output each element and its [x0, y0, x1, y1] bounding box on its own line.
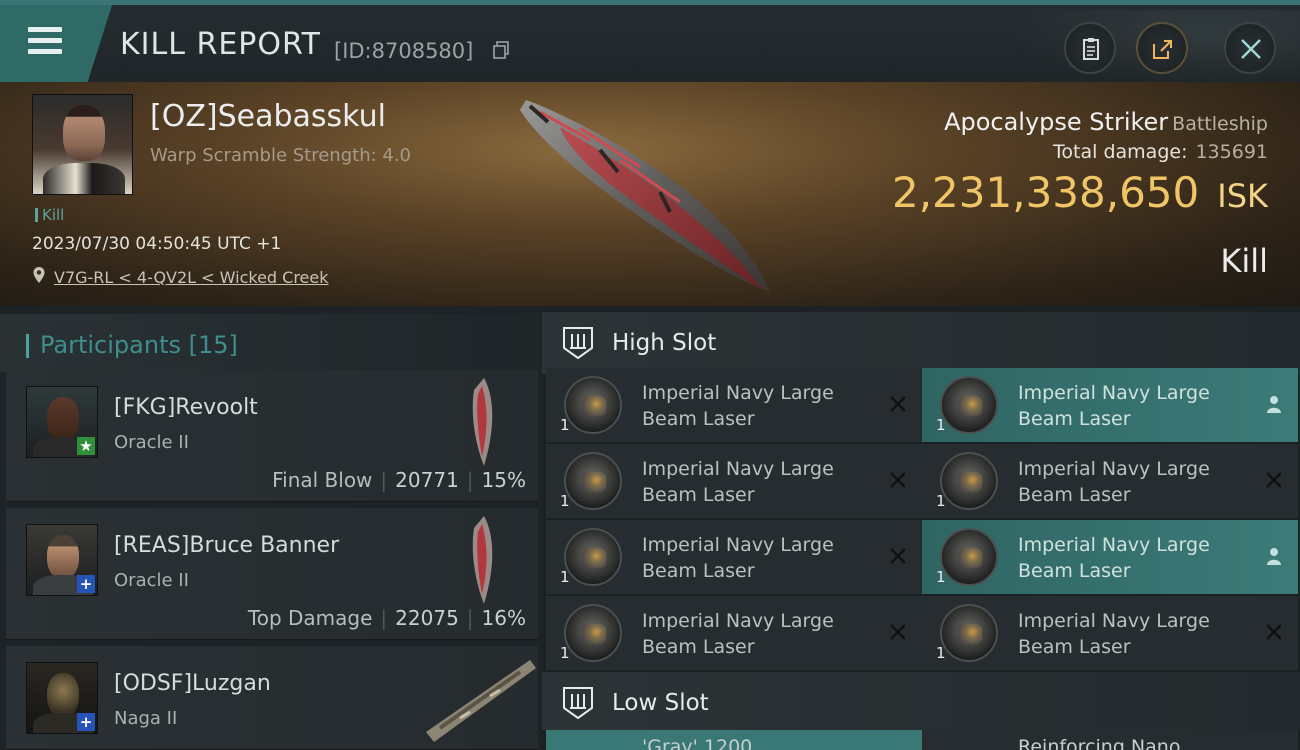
- beam-laser-icon: [564, 452, 622, 510]
- module-name: Imperial Navy Large Beam Laser: [642, 610, 834, 658]
- participant-stats: Final Blow | 20771 | 15%: [272, 468, 526, 492]
- header-bar: KILL REPORT [ID:8708580]: [0, 0, 1300, 87]
- participant-name: [FKG]Revoolt: [114, 395, 258, 420]
- participants-panel: Participants [15] ★ [FKG]Revoolt Oracle …: [0, 306, 542, 750]
- clipboard-button[interactable]: [1064, 22, 1116, 74]
- low-slot-header[interactable]: Low Slot: [542, 672, 1300, 730]
- plus-badge-icon: +: [77, 713, 95, 731]
- victim-portrait[interactable]: [32, 94, 133, 195]
- module-slot[interactable]: 1 Imperial Navy Large Beam Laser: [922, 444, 1298, 518]
- participant-name: [ODSF]Luzgan: [114, 671, 271, 696]
- avatar: ★: [26, 386, 98, 458]
- module-name: Imperial Navy Large Beam Laser: [1018, 610, 1210, 658]
- module-slot[interactable]: 1 Imperial Navy Large Beam Laser: [546, 368, 922, 442]
- module-slot[interactable]: 1 Imperial Navy Large Beam Laser: [546, 596, 922, 670]
- beam-laser-icon: [940, 528, 998, 586]
- victim-subtitle: Warp Scramble Strength: 4.0: [150, 145, 412, 166]
- kill-location-link[interactable]: V7G-RL < 4-QV2L < Wicked Creek: [54, 268, 329, 287]
- total-damage: Total damage: 135691: [1053, 141, 1268, 163]
- share-icon: [1153, 40, 1172, 59]
- module-name: Imperial Navy Large Beam Laser: [642, 534, 834, 582]
- destroyed-x-icon: [890, 396, 906, 412]
- participant-name: [REAS]Bruce Banner: [114, 533, 340, 558]
- page-title: KILL REPORT: [120, 27, 321, 62]
- destroyed-x-icon: [1266, 472, 1282, 488]
- location-pin-icon: [33, 267, 45, 283]
- report-id: [ID:8708580]: [334, 39, 474, 63]
- beam-laser-icon: [564, 376, 622, 434]
- high-slot-header[interactable]: High Slot: [542, 312, 1300, 374]
- fitting-panel: High Slot 1 Imperial Navy Large Beam Las…: [542, 306, 1300, 750]
- beam-laser-icon: [940, 604, 998, 662]
- beam-laser-icon: [564, 604, 622, 662]
- module-name: Imperial Navy Large Beam Laser: [1018, 534, 1210, 582]
- dropped-person-icon: [1267, 548, 1281, 565]
- copy-icon[interactable]: [492, 41, 510, 59]
- beam-laser-icon: [940, 376, 998, 434]
- destroyed-x-icon: [1266, 624, 1282, 640]
- low-slot-icon: [563, 687, 593, 720]
- module-name: Imperial Navy Large Beam Laser: [1018, 458, 1210, 506]
- victim-ship-image: [520, 100, 770, 292]
- result-label: Kill: [1220, 242, 1268, 280]
- module-name: Imperial Navy Large Beam Laser: [1018, 382, 1210, 430]
- module-slot[interactable]: 1 Imperial Navy Large Beam Laser: [546, 444, 922, 518]
- victim-name[interactable]: [OZ]Seabasskul: [150, 99, 386, 134]
- module-slot[interactable]: 1 Imperial Navy Large Beam Laser: [922, 596, 1298, 670]
- destroyed-x-icon: [890, 548, 906, 564]
- avatar: +: [26, 524, 98, 596]
- participants-count: [15]: [188, 331, 238, 359]
- star-badge-icon: ★: [77, 437, 95, 455]
- module-slot[interactable]: 1 Imperial Navy Large Beam Laser: [922, 368, 1298, 442]
- participant-ship: Oracle II: [114, 432, 189, 453]
- module-name: Imperial Navy Large Beam Laser: [642, 458, 834, 506]
- destroyed-x-icon: [890, 472, 906, 488]
- participant-stats: Top Damage | 22075 | 16%: [247, 606, 526, 630]
- close-icon: [1241, 39, 1261, 59]
- victim-banner: [OZ]Seabasskul Warp Scramble Strength: 4…: [0, 82, 1300, 306]
- module-name: 'Gray' 1200: [642, 736, 753, 750]
- module-slot[interactable]: 1 Imperial Navy Large Beam Laser: [922, 520, 1298, 594]
- oracle-ship-icon: [472, 516, 493, 604]
- victim-ship-name[interactable]: Apocalypse Striker Battleship: [944, 108, 1268, 136]
- ship-class: Battleship: [1172, 113, 1268, 135]
- oracle-ship-icon: [472, 378, 493, 466]
- participants-header[interactable]: Participants [15]: [0, 314, 542, 372]
- isk-value: 2,231,338,650 ISK: [891, 168, 1268, 217]
- close-button[interactable]: [1224, 22, 1276, 74]
- naga-ship-icon: [426, 660, 536, 742]
- plus-badge-icon: +: [77, 575, 95, 593]
- module-slot[interactable]: 'Gray' 1200: [546, 730, 922, 750]
- kill-tag: Kill: [35, 206, 64, 224]
- module-name: Imperial Navy Large Beam Laser: [642, 382, 834, 430]
- hamburger-icon: [28, 27, 62, 32]
- participant-card[interactable]: + [REAS]Bruce Banner Oracle II Top Damag…: [6, 508, 538, 640]
- kill-datetime: 2023/07/30 04:50:45 UTC +1: [32, 234, 282, 254]
- participant-card[interactable]: + [ODSF]Luzgan Naga II: [6, 646, 538, 750]
- participant-card[interactable]: ★ [FKG]Revoolt Oracle II Final Blow | 2077…: [6, 370, 538, 502]
- destroyed-x-icon: [890, 624, 906, 640]
- module-slot[interactable]: Reinforcing Nano: [922, 730, 1298, 750]
- participant-ship: Naga II: [114, 708, 178, 729]
- beam-laser-icon: [940, 452, 998, 510]
- module-name: Reinforcing Nano: [1018, 736, 1181, 750]
- clipboard-icon: [1083, 38, 1099, 60]
- avatar: +: [26, 662, 98, 734]
- module-slot[interactable]: 1 Imperial Navy Large Beam Laser: [546, 520, 922, 594]
- beam-laser-icon: [564, 528, 622, 586]
- dropped-person-icon: [1267, 396, 1281, 413]
- share-button[interactable]: [1136, 22, 1188, 74]
- participant-ship: Oracle II: [114, 570, 189, 591]
- menu-button[interactable]: [0, 5, 112, 83]
- high-slot-icon: [563, 327, 593, 360]
